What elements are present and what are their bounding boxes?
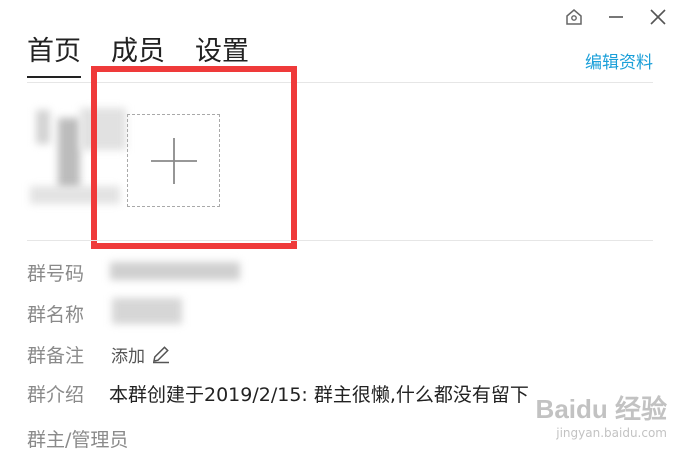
minimize-icon[interactable] [605,6,627,28]
owner-admin-label: 群主/管理员 [27,428,129,451]
watermark-sub: jingyan.baidu.com [556,426,667,440]
divider [27,240,653,241]
close-icon[interactable] [647,6,669,28]
group-name-label: 群名称 [27,303,85,326]
pin-icon[interactable] [563,6,585,28]
owner-admin-row: 群主/管理员 [27,423,128,453]
pencil-icon [153,346,169,364]
edit-profile-link[interactable]: 编辑资料 [585,48,653,73]
window-controls [563,6,669,28]
add-remark-button[interactable]: 添加 [111,342,171,367]
group-intro-row: 群介绍 本群创建于2019/2/15: 群主很懒,什么都没有留下 [27,378,529,408]
group-intro-label: 群介绍 [27,383,85,406]
watermark-main: Baidu 经验 [535,394,667,424]
highlight-frame [91,66,297,249]
group-name-value-blurred [112,298,182,324]
group-avatar-blurred [58,118,80,190]
group-remark-row: 群备注 添加 [27,339,171,369]
group-intro-value: 本群创建于2019/2/15: 群主很懒,什么都没有留下 [109,383,529,406]
baidu-watermark: Baidu 经验 jingyan.baidu.com [536,389,667,440]
group-id-value-blurred [110,262,240,280]
tab-home[interactable]: 首页 [27,34,81,78]
group-remark-label: 群备注 [27,344,85,367]
group-avatar-blurred [36,110,50,144]
add-remark-label: 添加 [111,346,145,367]
group-name-row: 群名称 [27,298,109,328]
group-id-row: 群号码 [27,257,109,287]
group-id-label: 群号码 [27,262,85,285]
